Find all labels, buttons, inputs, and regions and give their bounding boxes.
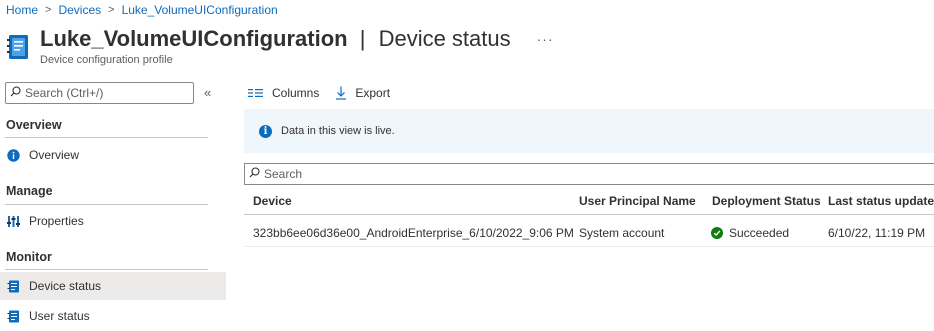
download-icon [335,86,347,100]
page-subtitle: Device configuration profile [40,54,173,66]
grid-search-input[interactable]: Search [244,163,934,185]
user-status-icon [6,309,20,323]
divider [5,137,208,138]
info-icon: i [259,124,272,138]
sidebar-item-device-status[interactable]: Device status [0,272,226,300]
toolbar: Columns Export [248,84,406,102]
row-divider [244,246,934,247]
column-header-device[interactable]: Device [253,194,292,208]
info-banner: i Data in this view is live. [244,109,934,153]
info-text: Data in this view is live. [281,125,395,137]
columns-icon [248,88,264,98]
properties-icon [6,214,20,228]
page-title: Luke_VolumeUIConfiguration | Device stat… [40,26,511,52]
status-text: Succeeded [729,226,790,240]
export-button[interactable]: Export [335,86,390,100]
sidebar-item-label: Overview [29,148,80,162]
grid-search-placeholder: Search [264,167,303,181]
breadcrumb-home[interactable]: Home [6,3,38,17]
export-label: Export [355,86,391,100]
breadcrumb: Home > Devices > Luke_VolumeUIConfigurat… [6,2,278,18]
section-monitor: Monitor [6,250,52,264]
cell-upn: System account [579,226,665,240]
sidebar-item-label: User status [29,309,90,323]
cell-last-update: 6/10/22, 11:19 PM [828,226,926,240]
section-name: Device status [378,26,511,51]
more-actions-button[interactable]: ··· [537,31,554,47]
breadcrumb-profile[interactable]: Luke_VolumeUIConfiguration [122,3,278,17]
sidebar-search-placeholder: Search (Ctrl+/) [25,86,104,100]
title-separator: | [359,26,366,51]
sidebar-item-label: Properties [29,214,84,228]
search-icon [249,167,260,181]
divider [5,269,208,270]
sidebar-item-overview[interactable]: Overview [0,141,226,169]
search-icon [10,86,21,100]
info-icon [6,148,20,162]
page-header: Luke_VolumeUIConfiguration | Device stat… [6,26,554,66]
divider [5,204,208,205]
sidebar: Search (Ctrl+/) « Overview Overview Mana… [0,80,226,331]
sidebar-item-user-status[interactable]: User status [0,302,226,330]
columns-label: Columns [272,86,320,100]
chevron-right-icon: > [45,4,52,16]
columns-button[interactable]: Columns [248,86,319,100]
cell-deployment-status: Succeeded [711,226,789,240]
sidebar-item-label: Device status [29,279,102,293]
header-divider [244,214,934,215]
breadcrumb-devices[interactable]: Devices [58,3,101,17]
column-header-last-update[interactable]: Last status update [828,194,934,208]
sidebar-item-properties[interactable]: Properties [0,207,226,235]
column-header-upn[interactable]: User Principal Name [579,194,696,208]
device-status-icon [6,279,20,293]
configuration-profile-icon [6,34,30,60]
section-overview: Overview [6,118,62,132]
chevron-right-icon: > [108,4,115,16]
cell-device[interactable]: 323bb6ee06d36e00_AndroidEnterprise_6/10/… [253,226,574,240]
success-check-icon [711,227,723,239]
sidebar-search-input[interactable]: Search (Ctrl+/) [5,82,194,104]
section-manage: Manage [6,184,53,198]
profile-name: Luke_VolumeUIConfiguration [40,26,348,51]
collapse-sidebar-icon[interactable]: « [204,85,211,100]
column-header-deployment-status[interactable]: Deployment Status [712,194,821,208]
